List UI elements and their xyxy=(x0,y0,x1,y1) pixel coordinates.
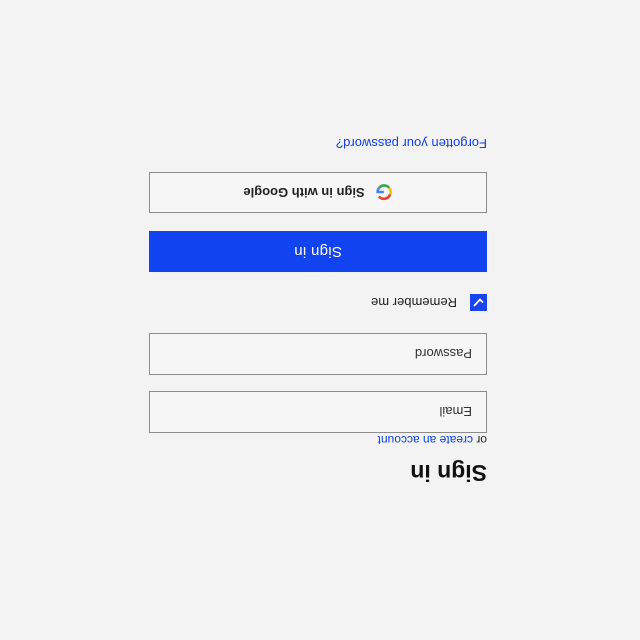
forgot-password-link[interactable]: Forgotten your password? xyxy=(336,136,487,151)
create-account-line: or create an account xyxy=(378,433,487,447)
google-logo-icon xyxy=(375,184,392,201)
google-button-label: Sign in with Google xyxy=(243,185,365,200)
email-field[interactable] xyxy=(149,391,487,433)
remember-me-checkbox[interactable] xyxy=(470,294,487,312)
remember-me-row[interactable]: Remember me xyxy=(371,293,487,313)
page-title: Sign in xyxy=(410,460,487,486)
sign-in-button[interactable]: Sign in xyxy=(149,231,487,272)
remember-me-label: Remember me xyxy=(371,295,457,311)
checkmark-icon xyxy=(473,298,484,308)
or-text: or xyxy=(476,433,487,447)
password-field[interactable] xyxy=(149,333,487,375)
google-sign-in-button[interactable]: Sign in with Google xyxy=(149,172,487,213)
sign-in-page: Sign in or create an account Remember me… xyxy=(0,0,640,640)
create-account-link[interactable]: create an account xyxy=(378,433,473,447)
